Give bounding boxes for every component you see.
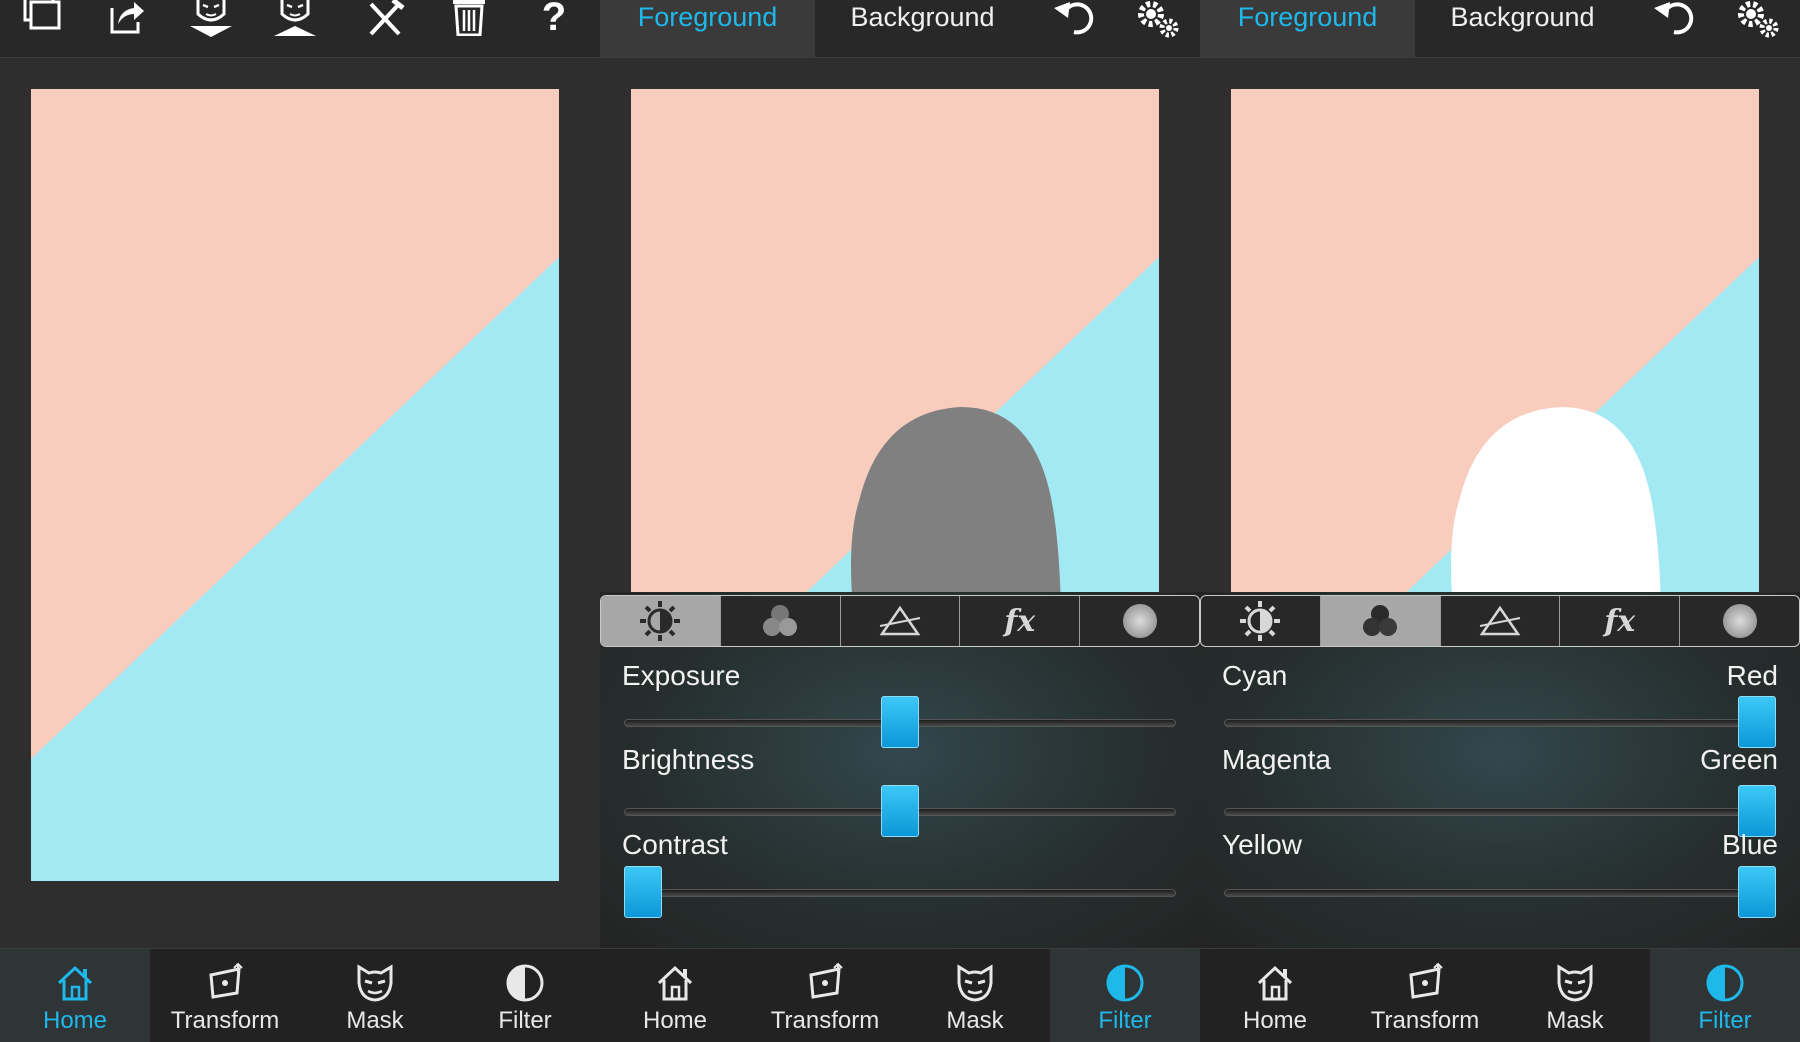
settings-gear-icon[interactable]	[1130, 0, 1186, 38]
slider-label-red: Red	[1726, 660, 1778, 691]
filter-icon	[1705, 963, 1745, 1003]
panel-filter-brightness: Foreground Background fx Exposure Bright…	[600, 0, 1200, 1042]
settings-gear-icon[interactable]	[1730, 0, 1786, 38]
undo-icon[interactable]	[1646, 0, 1702, 36]
nav-filter[interactable]: Filter	[1650, 949, 1800, 1042]
canvas-preview	[31, 89, 559, 881]
filter-icon	[1105, 963, 1145, 1003]
mask-icon	[955, 963, 995, 1003]
fx-icon[interactable]: fx	[1560, 596, 1681, 646]
tools-icon[interactable]	[357, 0, 413, 36]
contrast-slider-thumb[interactable]	[624, 866, 662, 918]
slider-label-exposure: Exposure	[622, 660, 741, 691]
nav-transform[interactable]: Transform	[150, 949, 300, 1042]
nav-label: Transform	[1370, 1007, 1480, 1034]
share-icon[interactable]	[98, 0, 154, 36]
brightness-icon[interactable]	[601, 596, 721, 646]
nav-mask[interactable]: Mask	[900, 949, 1050, 1042]
brightness-slider-thumb[interactable]	[881, 785, 919, 837]
exposure-slider-thumb[interactable]	[881, 696, 919, 748]
slider-label-magenta: Magenta	[1222, 744, 1331, 775]
undo-icon[interactable]	[1046, 0, 1102, 36]
nav-label: Home	[642, 1007, 708, 1034]
filter-type-tabs: fx	[1200, 595, 1800, 647]
transform-icon	[1405, 963, 1445, 1003]
panel-home: ? Home Transform Mask Filter	[0, 0, 600, 1042]
filter-controls: fx Exposure Brightness Contrast	[600, 592, 1200, 948]
home-icon	[55, 963, 95, 1003]
slider-label-blue: Blue	[1721, 829, 1778, 860]
yellow-blue-slider-thumb[interactable]	[1738, 866, 1776, 918]
nav-label: Mask	[1546, 1007, 1604, 1034]
filter-type-tabs: fx	[600, 595, 1200, 647]
layer-toolbar: Foreground Background	[600, 0, 1200, 58]
layers-icon[interactable]	[14, 0, 70, 36]
main-toolbar: ?	[0, 0, 600, 58]
nav-home[interactable]: Home	[0, 949, 150, 1042]
yellow-blue-slider-track[interactable]	[1224, 889, 1776, 897]
tab-background[interactable]: Background	[815, 0, 1030, 57]
nav-filter[interactable]: Filter	[1050, 949, 1200, 1042]
home-icon	[1255, 963, 1295, 1003]
nav-label: Transform	[170, 1007, 280, 1034]
nav-label: Filter	[1098, 1007, 1152, 1034]
magenta-green-slider-track[interactable]	[1224, 808, 1776, 816]
color-balance-icon[interactable]	[721, 596, 841, 646]
prism-icon[interactable]	[1441, 596, 1561, 646]
contrast-slider-track[interactable]	[624, 889, 1176, 897]
nav-label: Transform	[770, 1007, 880, 1034]
tab-foreground[interactable]: Foreground	[600, 0, 815, 57]
nav-filter[interactable]: Filter	[450, 949, 600, 1042]
color-balance-icon[interactable]	[1320, 596, 1441, 646]
slider-label-brightness: Brightness	[622, 744, 755, 775]
mask-icon	[1555, 963, 1595, 1003]
layer-toolbar: Foreground Background	[1200, 0, 1800, 58]
prism-icon[interactable]	[841, 596, 961, 646]
nav-mask[interactable]: Mask	[300, 949, 450, 1042]
circle-icon[interactable]	[1080, 596, 1199, 646]
circle-icon[interactable]	[1680, 596, 1799, 646]
export-face-icon[interactable]	[267, 0, 323, 36]
bottom-nav: Home Transform Mask Filter	[0, 948, 600, 1042]
nav-mask[interactable]: Mask	[1500, 949, 1650, 1042]
cyan-red-slider-thumb[interactable]	[1738, 696, 1776, 748]
nav-label: Mask	[946, 1007, 1004, 1034]
mask-icon	[355, 963, 395, 1003]
nav-label: Mask	[346, 1007, 404, 1034]
panel-filter-color-balance: Foreground Background fx Cyan Red Magent…	[1200, 0, 1800, 1042]
slider-label-green: Green	[1700, 744, 1778, 775]
import-face-icon[interactable]	[183, 0, 239, 37]
nav-label: Filter	[498, 1007, 552, 1034]
nav-label: Home	[42, 1007, 108, 1034]
slider-label-cyan: Cyan	[1222, 660, 1288, 691]
tab-foreground[interactable]: Foreground	[1200, 0, 1415, 57]
nav-transform[interactable]: Transform	[1350, 949, 1500, 1042]
trash-icon[interactable]	[441, 0, 497, 36]
slider-label-yellow: Yellow	[1222, 829, 1302, 860]
home-icon	[655, 963, 695, 1003]
nav-transform[interactable]: Transform	[750, 949, 900, 1042]
nav-label: Filter	[1698, 1007, 1752, 1034]
bottom-nav: Home Transform Mask Filter	[1200, 948, 1800, 1042]
transform-icon	[805, 963, 845, 1003]
tab-background[interactable]: Background	[1415, 0, 1630, 57]
help-icon[interactable]: ?	[526, 0, 582, 37]
filter-icon	[505, 963, 545, 1003]
bottom-nav: Home Transform Mask Filter	[600, 948, 1200, 1042]
nav-label: Home	[1242, 1007, 1308, 1034]
brightness-icon[interactable]	[1201, 596, 1321, 646]
cyan-red-slider-track[interactable]	[1224, 719, 1776, 727]
filter-controls: fx Cyan Red Magenta Green Yellow Blue	[1200, 592, 1800, 948]
nav-home[interactable]: Home	[1200, 949, 1350, 1042]
nav-home[interactable]: Home	[600, 949, 750, 1042]
slider-label-contrast: Contrast	[622, 829, 728, 860]
transform-icon	[205, 963, 245, 1003]
fx-icon[interactable]: fx	[960, 596, 1081, 646]
